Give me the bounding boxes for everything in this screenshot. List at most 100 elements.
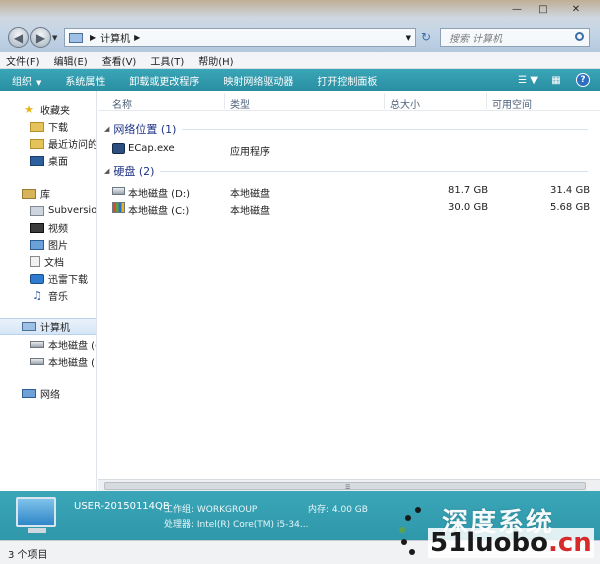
window-controls: — □ ✕ — [504, 0, 596, 18]
address-bar[interactable]: ▶ 计算机 ▶ ▼ — [64, 28, 416, 47]
close-button[interactable]: ✕ — [556, 0, 596, 18]
column-header-total-size[interactable]: 总大小 — [390, 96, 420, 111]
command-toolbar: 组织 ▼ 系统属性 卸载或更改程序 映射网络驱动器 打开控制面板 ☰ ▼ ▦ ? — [0, 69, 600, 91]
desktop-icon — [30, 155, 44, 166]
hard-drive-icon — [30, 358, 44, 365]
uninstall-button[interactable]: 卸载或更改程序 — [129, 73, 199, 88]
preview-pane-icon[interactable]: ▦ — [548, 72, 564, 88]
sidebar-item-label: 迅雷下载 — [48, 275, 88, 286]
column-divider[interactable] — [486, 93, 487, 109]
column-header-type[interactable]: 类型 — [230, 96, 250, 111]
sidebar-item-documents[interactable]: 文档 — [30, 253, 64, 270]
organize-button[interactable]: 组织 ▼ — [12, 73, 41, 88]
sidebar-item-label: 图片 — [48, 241, 68, 252]
sidebar-item-network[interactable]: 网络 — [22, 385, 60, 402]
column-divider[interactable] — [224, 93, 225, 109]
help-icon[interactable]: ? — [576, 73, 590, 87]
minimize-button[interactable]: — — [504, 0, 530, 18]
menu-edit[interactable]: 编辑(E) — [54, 53, 88, 68]
menu-view[interactable]: 查看(V) — [102, 53, 137, 68]
sidebar-item-recent[interactable]: 最近访问的 — [30, 135, 96, 152]
column-header-row: 名称 类型 总大小 可用空间 — [98, 91, 600, 111]
chevron-down-icon: ▼ — [36, 78, 42, 87]
horizontal-scrollbar[interactable]: ☰ — [98, 479, 600, 491]
item-name: ECap.exe — [128, 143, 175, 154]
scrollbar-thumb[interactable]: ☰ — [104, 482, 586, 491]
watermark-url-tail: .cn — [547, 528, 592, 558]
sidebar-item-label: 视频 — [48, 224, 68, 235]
computer-monitor-icon — [16, 497, 56, 527]
list-item[interactable]: 本地磁盘 (C:) 本地磁盘 30.0 GB 5.68 GB — [98, 200, 600, 217]
sidebar-item-label: 网络 — [40, 390, 60, 401]
workgroup-text: 工作组: WORKGROUP — [164, 505, 258, 515]
organize-label: 组织 — [12, 76, 32, 88]
search-input[interactable]: 搜索 计算机 — [440, 28, 590, 47]
title-bar: — □ ✕ ◀ ▶ ▼ ▶ 计算机 ▶ ▼ ↻ 搜索 计算机 — [0, 0, 600, 52]
column-header-name[interactable]: 名称 — [112, 96, 132, 111]
item-total-size: 81.7 GB — [448, 185, 489, 196]
file-list: 名称 类型 总大小 可用空间 ◢ 网络位置 (1) ECap.exe 应用程序 … — [98, 91, 600, 479]
refresh-icon[interactable]: ↻ — [421, 30, 431, 44]
back-button[interactable]: ◀ — [8, 27, 29, 48]
collapse-triangle-icon[interactable]: ◢ — [104, 125, 109, 133]
subversion-folder-icon — [30, 205, 44, 216]
maximize-button[interactable]: □ — [530, 0, 556, 18]
download-folder-icon — [30, 121, 44, 132]
list-item[interactable]: 本地磁盘 (D:) 本地磁盘 81.7 GB 31.4 GB — [98, 183, 600, 200]
sidebar-item-downloads[interactable]: 下载 — [30, 118, 68, 135]
menu-bar: 文件(F) 编辑(E) 查看(V) 工具(T) 帮助(H) — [0, 52, 600, 69]
music-note-icon: ♫ — [32, 289, 42, 302]
chevron-right-icon[interactable]: ▶ — [134, 33, 140, 42]
item-count: 3 个项目 — [8, 550, 48, 561]
sidebar-item-drive-c[interactable]: 本地磁盘 (C — [30, 336, 97, 353]
arrow-left-icon: ◀ — [13, 30, 24, 45]
sidebar-item-music[interactable]: ♫ 音乐 — [30, 287, 68, 304]
network-icon — [22, 389, 36, 398]
collapse-triangle-icon[interactable]: ◢ — [104, 167, 109, 175]
search-icon[interactable] — [575, 32, 584, 41]
menu-help[interactable]: 帮助(H) — [198, 53, 233, 68]
sidebar-item-label: 音乐 — [48, 292, 68, 303]
sidebar-item-label: 本地磁盘 (C — [48, 341, 97, 352]
open-control-panel-button[interactable]: 打开控制面板 — [317, 73, 377, 88]
breadcrumb-computer[interactable]: 计算机 — [100, 30, 130, 45]
sidebar-item-subversion[interactable]: Subversion — [30, 202, 97, 219]
view-options-icon[interactable]: ☰ ▼ — [518, 72, 538, 88]
sidebar-item-videos[interactable]: 视频 — [30, 219, 68, 236]
group-header-hard-disks[interactable]: ◢ 硬盘 (2) — [104, 163, 154, 179]
sidebar-item-label: Subversion — [48, 205, 97, 216]
group-header-network-location[interactable]: ◢ 网络位置 (1) — [104, 121, 176, 137]
item-free-space: 31.4 GB — [550, 185, 591, 196]
sidebar-item-libraries[interactable]: 库 — [22, 185, 50, 202]
chevron-right-icon[interactable]: ▶ — [90, 33, 96, 42]
sidebar-item-drive-d[interactable]: 本地磁盘 (D — [30, 353, 96, 370]
sidebar-item-pictures[interactable]: 图片 — [30, 236, 68, 253]
grip-icon: ☰ — [345, 484, 351, 491]
recent-places-icon — [30, 138, 44, 149]
forward-button[interactable]: ▶ — [30, 27, 51, 48]
sidebar-item-thunder[interactable]: 迅雷下载 — [30, 270, 88, 287]
recent-pages-dropdown[interactable]: ▼ — [52, 34, 57, 42]
computer-icon — [22, 322, 36, 331]
library-icon — [22, 188, 36, 199]
item-type: 应用程序 — [230, 147, 270, 158]
thunder-download-icon — [30, 273, 44, 284]
menu-file[interactable]: 文件(F) — [6, 53, 40, 68]
sidebar-item-label: 文档 — [44, 258, 64, 269]
list-item[interactable]: ECap.exe 应用程序 — [98, 141, 600, 158]
address-dropdown-icon[interactable]: ▼ — [406, 34, 411, 42]
sidebar-item-computer[interactable]: 计算机 — [0, 318, 96, 335]
menu-tools[interactable]: 工具(T) — [150, 53, 184, 68]
view-controls: ☰ ▼ ▦ ? — [508, 72, 590, 88]
map-network-drive-button[interactable]: 映射网络驱动器 — [223, 73, 293, 88]
navigation-pane: ★ 收藏夹 下载 最近访问的 桌面 库 Subversion 视频 图片 文档 … — [0, 91, 97, 491]
column-header-free-space[interactable]: 可用空间 — [492, 96, 532, 111]
sidebar-item-desktop[interactable]: 桌面 — [30, 152, 68, 169]
sidebar-item-label: 桌面 — [48, 157, 68, 168]
sidebar-item-favorites[interactable]: ★ 收藏夹 — [22, 101, 70, 118]
arrow-right-icon: ▶ — [35, 30, 46, 45]
site-watermark: 深度系统 51luobo.cn — [390, 500, 600, 564]
column-divider[interactable] — [384, 93, 385, 109]
computer-icon — [69, 32, 83, 43]
system-properties-button[interactable]: 系统属性 — [65, 73, 105, 88]
